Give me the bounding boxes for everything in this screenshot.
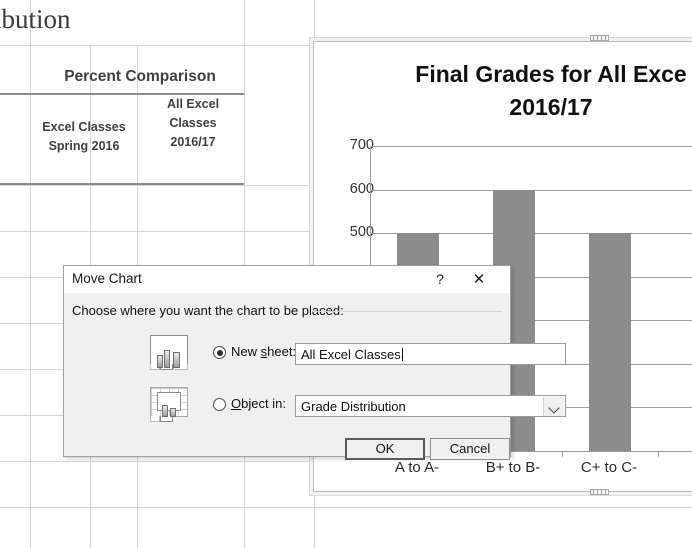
label-text-post: bject in: (241, 396, 286, 411)
header-line: Spring 2016 (48, 139, 120, 153)
label-text-pre: New (231, 344, 261, 359)
dialog-titlebar[interactable]: Move Chart ? ✕ (64, 266, 510, 294)
radio-new-sheet[interactable] (213, 346, 226, 359)
close-icon[interactable]: ✕ (466, 269, 492, 290)
new-sheet-name-input[interactable]: All Excel Classes (295, 343, 566, 365)
ok-button[interactable]: OK (345, 438, 425, 460)
grid-row-line (0, 507, 692, 508)
radio-object-in[interactable] (213, 398, 226, 411)
chevron-down-icon[interactable] (543, 397, 564, 416)
chart-embedded-icon (150, 387, 192, 425)
new-sheet-name-value: All Excel Classes (301, 347, 401, 362)
label-text-post: heet: (267, 344, 297, 359)
help-icon[interactable]: ? (427, 269, 453, 290)
dialog-prompt: Choose where you want the chart to be pl… (72, 303, 344, 318)
label-accel: O (231, 396, 242, 411)
table-border (0, 183, 244, 185)
dialog-body: Choose where you want the chart to be pl… (64, 293, 566, 460)
label-object-in[interactable]: Object in: (231, 396, 286, 411)
x-axis-tick-label: C+ to C- (580, 459, 638, 476)
move-chart-dialog[interactable]: Move Chart ? ✕ Choose where you want the… (63, 265, 566, 460)
header-all-excel-classes-201617: All Excel Classes 2016/17 (143, 95, 243, 152)
header-percent-comparison: Percent Comparison (64, 68, 216, 85)
dialog-title: Move Chart (72, 271, 142, 286)
header-excel-classes-spring-2016: Excel Classes Spring 2016 (31, 118, 137, 156)
header-line: Excel Classes (42, 120, 126, 134)
chart-sheet-icon (150, 335, 192, 373)
label-new-sheet[interactable]: New sheet: (231, 344, 296, 359)
chart-resize-handle-top[interactable] (590, 35, 609, 41)
x-axis-tick (658, 451, 659, 457)
option-row-new-sheet: New sheet: All Excel Classes (64, 333, 566, 377)
gridline (370, 146, 692, 147)
header-line: 2016/17 (170, 135, 216, 149)
chart-title-line1: Final Grades for All Exce (415, 61, 687, 87)
option-row-object-in: Object in: Grade Distribution (64, 385, 566, 429)
object-in-select[interactable]: Grade Distribution (295, 395, 566, 417)
object-in-value: Grade Distribution (301, 399, 406, 414)
chart-resize-handle-bottom[interactable] (590, 489, 609, 495)
grid-column-line (30, 0, 31, 548)
prompt-divider (312, 311, 502, 312)
chart-title-line2: 2016/17 (509, 94, 593, 120)
cancel-button[interactable]: Cancel (430, 438, 510, 460)
header-line: All Excel (166, 97, 220, 111)
bar[interactable] (589, 233, 631, 451)
x-axis-tick (562, 451, 563, 457)
header-line: Classes (169, 116, 217, 130)
sheet-title-text: ibution (0, 4, 71, 34)
